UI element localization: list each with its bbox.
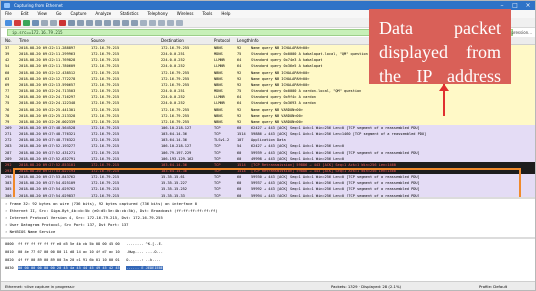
menu-statistics[interactable]: Statistics — [120, 10, 138, 18]
colorize-icon[interactable] — [140, 19, 147, 26]
packet-details-pane[interactable]: › Frame 32: 92 bytes on wire (736 bits),… — [1, 197, 535, 239]
detail-ethernet[interactable]: › Ethernet II, Src: Giga-Byt_4b:cb:5b (e… — [5, 208, 218, 213]
annotation-arrow-icon — [439, 84, 449, 91]
detail-udp[interactable]: › User Datagram Protocol, Src Port: 137,… — [5, 222, 128, 227]
reload-icon[interactable] — [68, 19, 75, 26]
last-packet-icon[interactable] — [122, 19, 129, 26]
bytes-line: 0030 00 00 00 00 00 00 20 45 4a 45 44 45… — [5, 266, 163, 270]
close-file-icon[interactable] — [59, 19, 66, 26]
window-title: Capturing from Ethernet — [14, 3, 63, 8]
status-capture-state: Ethernet: <live capture in progress> — [5, 284, 75, 289]
go-to-packet-icon[interactable] — [104, 19, 111, 26]
bytes-line: 0000 ff ff ff ff ff ff e0 d5 5e 4b cb 5b… — [5, 242, 163, 246]
menu-file[interactable]: File — [5, 10, 12, 18]
save-file-icon[interactable] — [50, 19, 57, 26]
status-bar: Ethernet: <live capture in progress> Pac… — [1, 281, 535, 290]
wireshark-fin-icon — [4, 3, 10, 8]
start-capture-icon[interactable] — [5, 19, 12, 26]
menu-capture[interactable]: Capture — [71, 10, 87, 18]
menu-view[interactable]: View — [37, 10, 47, 18]
column-header-no[interactable]: No. — [5, 37, 12, 44]
menu-go[interactable]: Go — [56, 10, 62, 18]
annotation-callout: Data packet displayed from the IP addres… — [369, 9, 511, 86]
menu-analyze[interactable]: Analyze — [95, 10, 111, 18]
open-file-icon[interactable] — [41, 19, 48, 26]
packet-bytes-pane[interactable]: 0000 ff ff ff ff ff ff e0 d5 5e 4b cb 5b… — [1, 237, 535, 283]
first-packet-icon[interactable] — [113, 19, 120, 26]
go-forward-icon[interactable] — [95, 19, 102, 26]
column-header-info[interactable]: Info — [251, 37, 259, 44]
zoom-in-icon[interactable] — [149, 19, 156, 26]
menu-tools[interactable]: Tools — [202, 10, 212, 18]
wireshark-window: Capturing from Ethernet – □ × File Edit … — [0, 0, 536, 291]
column-header-destination[interactable]: Destination — [161, 37, 184, 44]
find-packet-icon[interactable] — [77, 19, 84, 26]
column-header-length[interactable]: Length — [237, 37, 251, 44]
column-header-time[interactable]: Time — [19, 37, 29, 44]
zoom-out-icon[interactable] — [158, 19, 165, 26]
menu-wireless[interactable]: Wireless — [177, 10, 194, 18]
go-back-icon[interactable] — [86, 19, 93, 26]
detail-ipv4[interactable]: › Internet Protocol Version 4, Src: 172.… — [5, 215, 163, 220]
bytes-line: 0010 00 4e 77 67 00 00 80 11 d8 14 ac 10… — [5, 250, 163, 254]
detail-frame[interactable]: › Frame 32: 92 bytes on wire (736 bits),… — [5, 201, 197, 206]
normal-size-icon[interactable] — [167, 19, 174, 26]
close-icon[interactable]: × — [523, 1, 533, 10]
menu-help[interactable]: Help — [221, 10, 230, 18]
maximize-icon[interactable]: □ — [510, 1, 520, 10]
menu-edit[interactable]: Edit — [21, 10, 29, 18]
restart-capture-icon[interactable] — [23, 19, 30, 26]
bytes-line: 0020 4f ff 00 89 00 89 00 3a 20 c1 91 6b… — [5, 258, 161, 262]
column-header-source[interactable]: Source — [91, 37, 105, 44]
detail-nbns[interactable]: › NetBIOS Name Service — [5, 229, 55, 234]
resize-columns-icon[interactable] — [176, 19, 183, 26]
stop-capture-icon[interactable] — [14, 19, 21, 26]
capture-options-icon[interactable] — [32, 19, 39, 26]
column-header-protocol[interactable]: Protocol — [214, 37, 230, 44]
menu-telephony[interactable]: Telephony — [147, 10, 167, 18]
status-packet-count: Packets: 1329 · Displayed: 28 (2.1%) — [331, 284, 402, 289]
autoscroll-icon[interactable] — [131, 19, 138, 26]
status-profile[interactable]: Profile: Default — [479, 282, 507, 290]
